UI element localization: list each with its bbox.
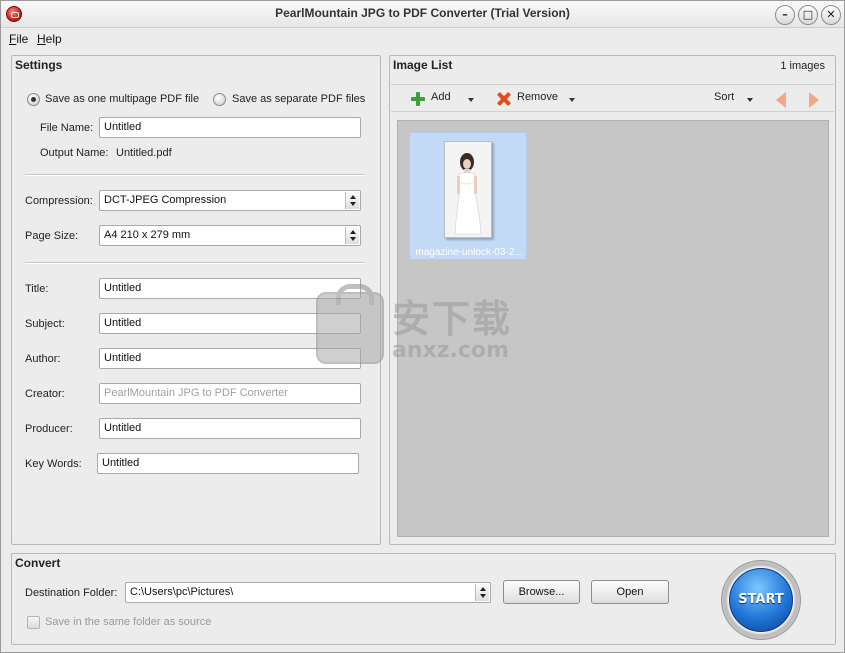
keywords-label: Key Words: [25,458,82,470]
settings-title: Settings [15,58,63,72]
page-size-label: Page Size: [25,230,79,242]
author-label: Author: [25,353,61,365]
shopping-bag-icon [316,284,384,364]
output-name-value: Untitled.pdf [116,147,172,159]
main-window: PearlMountain JPG to PDF Converter (Tria… [0,0,845,653]
add-button[interactable]: Add [431,91,451,103]
minimize-button[interactable]: – [775,5,795,25]
destination-value: C:\Users\pc\Pictures\ [130,586,234,598]
start-label[interactable]: START [729,568,793,632]
producer-label: Producer: [25,423,73,435]
destination-select[interactable]: C:\Users\pc\Pictures\ [125,582,491,603]
move-right-arrow-icon[interactable] [809,92,819,108]
window-title: PearlMountain JPG to PDF Converter (Tria… [275,6,570,20]
start-button[interactable]: START [721,560,801,640]
move-left-arrow-icon[interactable] [776,92,786,108]
menu-bar: File Help [1,29,844,49]
spin-arrows-icon[interactable] [345,192,359,209]
image-list-toolbar: Add Remove Sort [391,84,834,112]
remove-button[interactable]: Remove [517,91,558,103]
thumbnail-photo [444,141,492,238]
page-size-value: A4 210 x 279 mm [104,229,191,241]
close-button[interactable]: ✕ [821,5,841,25]
same-folder-label: Save in the same folder as source [45,616,212,628]
radio-separate-label[interactable]: Save as separate PDF files [232,93,365,105]
destination-label: Destination Folder: [25,587,118,599]
sort-button[interactable]: Sort [714,91,734,103]
watermark: 安下载 anxz.com [314,284,534,366]
thumbnail-caption: magazine-unlock-03-2... [415,247,523,258]
producer-input[interactable]: Untitled [99,418,361,439]
add-dropdown-icon[interactable] [468,98,474,102]
keywords-input[interactable]: Untitled [97,453,359,474]
image-list-title: Image List [393,58,453,72]
sort-dropdown-icon[interactable] [747,98,753,102]
convert-panel: Convert Destination Folder: C:\Users\pc\… [11,553,836,645]
output-name-label: Output Name: [40,147,109,159]
spin-arrows-icon[interactable] [475,584,489,601]
remove-dropdown-icon[interactable] [569,98,575,102]
open-button[interactable]: Open [591,580,669,604]
maximize-button[interactable]: □ [798,5,818,25]
compression-label: Compression: [25,195,93,207]
compression-value: DCT-JPEG Compression [104,194,227,206]
page-size-select[interactable]: A4 210 x 279 mm [99,225,361,246]
convert-title: Convert [15,556,61,570]
woman-photo-icon [445,142,491,237]
watermark-en: anxz.com [392,338,509,363]
remove-icon[interactable] [497,92,511,106]
file-name-label: File Name: [40,122,94,134]
same-folder-checkbox[interactable] [27,616,40,629]
compression-select[interactable]: DCT-JPEG Compression [99,190,361,211]
file-name-input[interactable]: Untitled [99,117,361,138]
creator-input: PearlMountain JPG to PDF Converter [99,383,361,404]
browse-button[interactable]: Browse... [503,580,580,604]
menu-help[interactable]: Help [37,32,62,46]
creator-label: Creator: [25,388,65,400]
radio-multipage[interactable] [27,93,40,106]
radio-multipage-label[interactable]: Save as one multipage PDF file [45,93,199,105]
spin-arrows-icon[interactable] [345,227,359,244]
title-bar[interactable]: PearlMountain JPG to PDF Converter (Tria… [1,1,844,28]
title-label: Title: [25,283,49,295]
image-thumbnail[interactable]: magazine-unlock-03-2... [409,132,527,260]
watermark-cn: 安下载 [392,297,513,341]
divider [25,174,365,176]
radio-separate[interactable] [213,93,226,106]
menu-file[interactable]: File [9,32,28,46]
add-icon[interactable] [411,92,425,106]
divider [25,262,365,264]
subject-label: Subject: [25,318,65,330]
image-count: 1 images [780,60,825,72]
